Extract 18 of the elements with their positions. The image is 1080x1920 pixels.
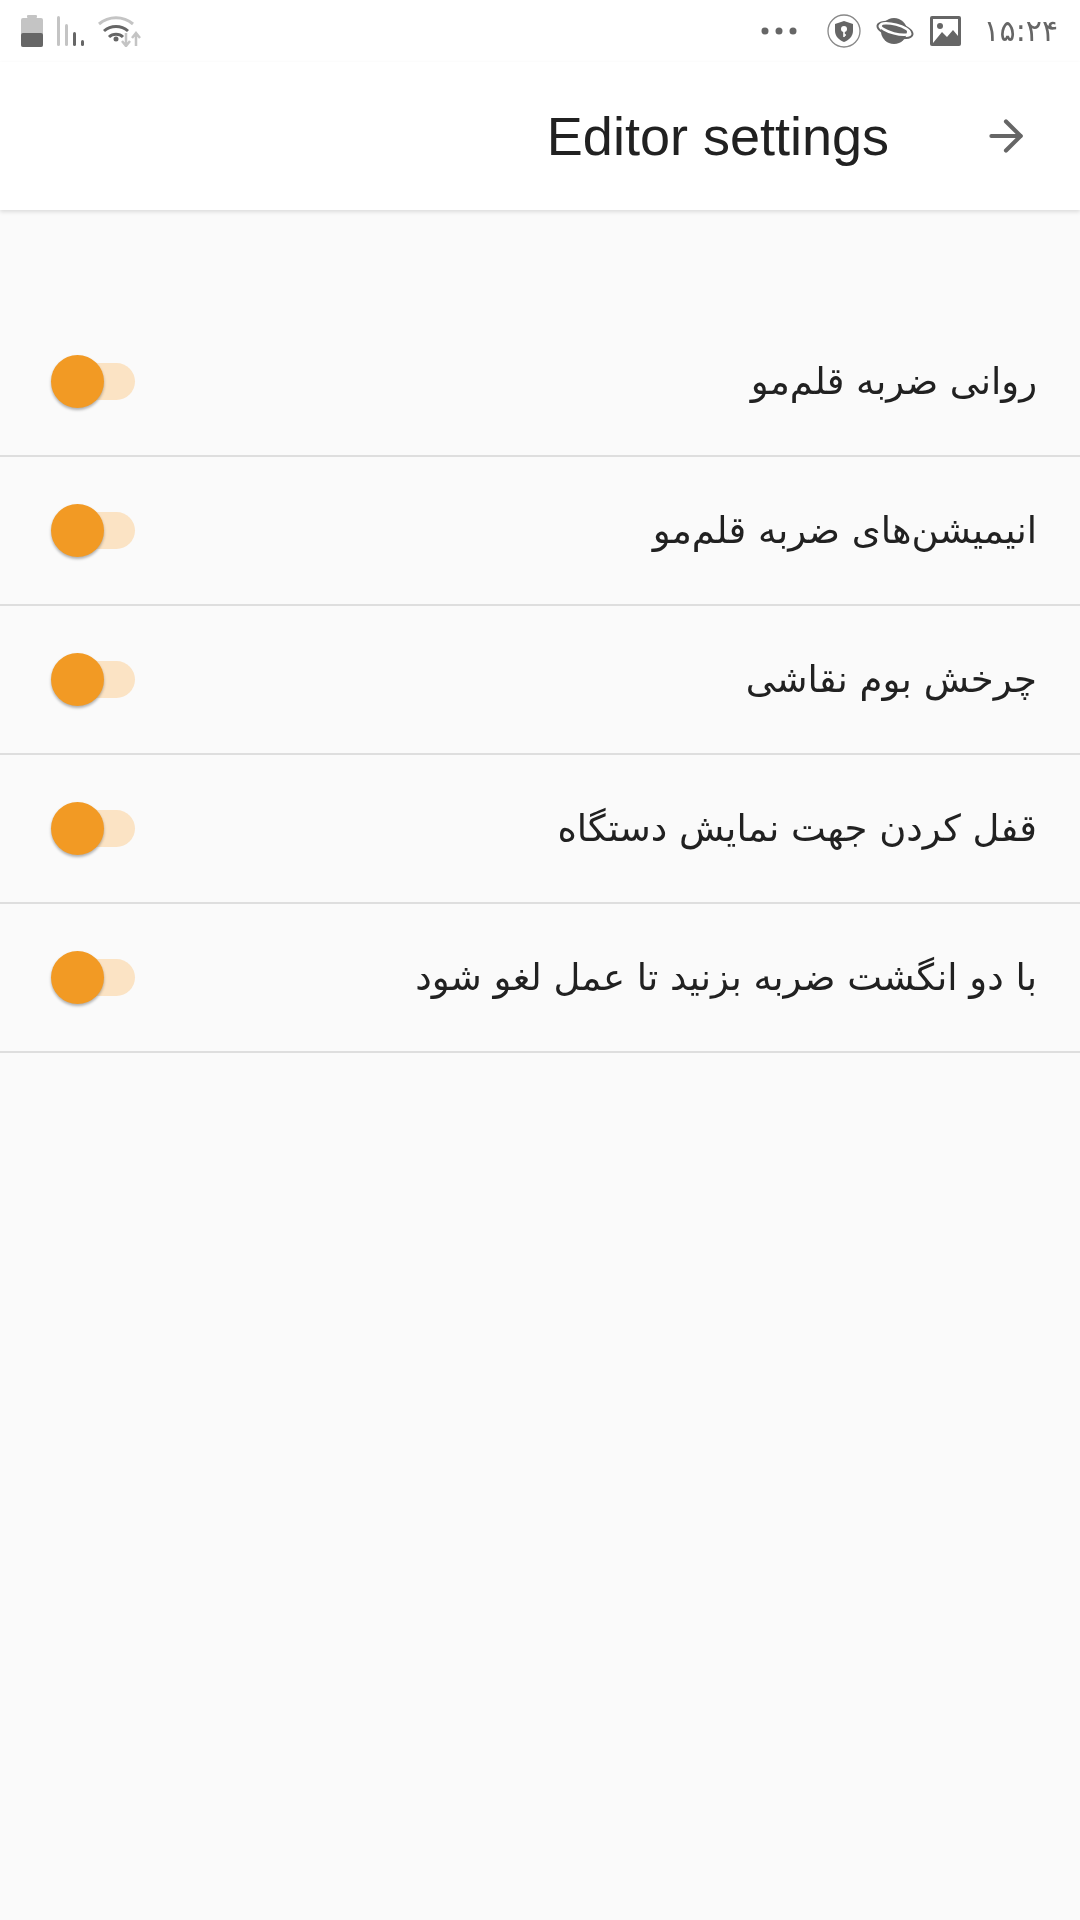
shield-key-icon (827, 14, 862, 48)
signal-icon (57, 16, 84, 46)
toggle-switch[interactable] (51, 503, 135, 558)
setting-label: انیمیشن‌های ضربه قلم‌مو (652, 507, 1037, 554)
setting-label: با دو انگشت ضربه بزنید تا عمل لغو شود (415, 954, 1037, 1001)
more-icon (761, 27, 798, 35)
toggle-switch[interactable] (51, 950, 135, 1005)
image-icon (930, 16, 962, 46)
planet-icon (876, 16, 915, 46)
status-time: ۱۵:۲۴ (983, 16, 1058, 46)
setting-label: روانی ضربه قلم‌مو (750, 358, 1037, 405)
toggle-switch[interactable] (51, 801, 135, 856)
toggle-switch[interactable] (51, 354, 135, 409)
battery-icon (21, 15, 43, 47)
setting-label: قفل کردن جهت نمایش دستگاه (557, 805, 1037, 852)
setting-label: چرخش بوم نقاشی (745, 656, 1037, 703)
toggle-switch[interactable] (51, 652, 135, 707)
wifi-icon (98, 15, 141, 47)
